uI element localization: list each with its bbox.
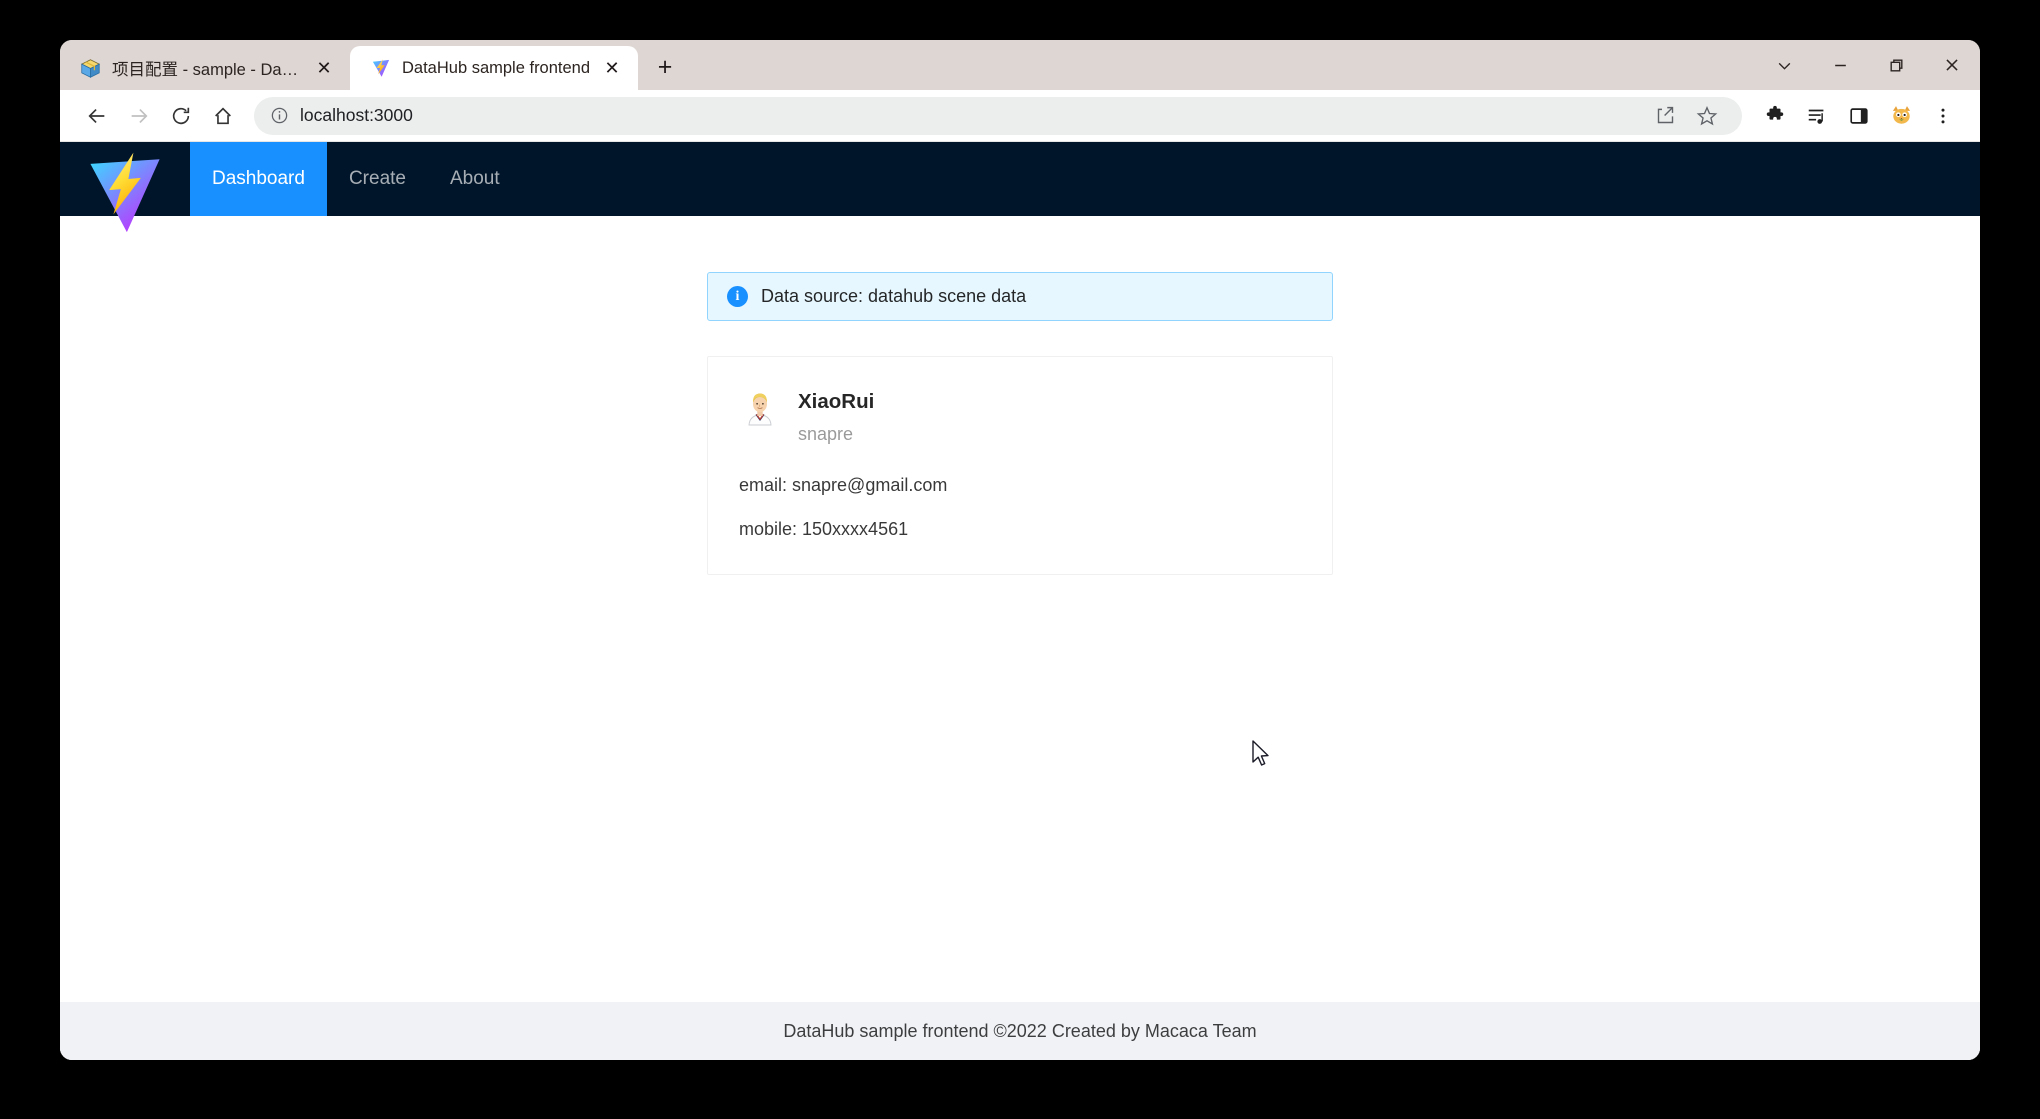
browser-tab-1[interactable]: 项目配置 - sample - DataHub ✕ xyxy=(60,46,350,90)
side-panel-icon[interactable] xyxy=(1838,95,1880,137)
bookmark-star-icon[interactable] xyxy=(1686,95,1728,137)
page-viewport: Dashboard Create About i Data source: da… xyxy=(60,142,1980,1060)
toolbar-right-actions xyxy=(1754,95,1964,137)
browser-menu-icon[interactable] xyxy=(1922,95,1964,137)
home-icon[interactable] xyxy=(202,95,244,137)
reading-list-icon[interactable] xyxy=(1796,95,1838,137)
nav-item-dashboard[interactable]: Dashboard xyxy=(190,142,327,216)
data-source-alert: i Data source: datahub scene data xyxy=(707,272,1333,321)
new-tab-button[interactable]: + xyxy=(646,48,684,86)
app-nav-menu: Dashboard Create About xyxy=(190,142,522,216)
user-card-description: snapre xyxy=(798,423,854,444)
chevron-down-icon[interactable] xyxy=(1756,45,1812,85)
user-card-title: XiaoRui xyxy=(798,390,875,413)
user-avatar xyxy=(739,387,781,429)
footer-text: DataHub sample frontend ©2022 Created by… xyxy=(783,1020,1257,1041)
user-card-meta-text: XiaoRui snapre xyxy=(798,387,874,445)
maximize-icon[interactable] xyxy=(1868,45,1924,85)
alert-message: Data source: datahub scene data xyxy=(761,286,1027,306)
vite-logo[interactable] xyxy=(60,142,190,233)
extensions-icon[interactable] xyxy=(1754,95,1796,137)
user-card-mobile: mobile: 150xxxx4561 xyxy=(739,518,909,539)
user-card-email: email: snapre@gmail.com xyxy=(739,474,948,495)
content-panel: i Data source: datahub scene data XiaoRu… xyxy=(707,272,1333,575)
profile-avatar[interactable] xyxy=(1880,95,1922,137)
nav-item-about[interactable]: About xyxy=(428,142,522,216)
back-icon[interactable] xyxy=(76,95,118,137)
window-controls xyxy=(1756,43,1980,87)
user-card-meta: XiaoRui snapre xyxy=(739,387,1301,445)
browser-window: 项目配置 - sample - DataHub ✕ xyxy=(60,40,1980,1060)
vite-logo-icon xyxy=(370,58,391,79)
app-footer: DataHub sample frontend ©2022 Created by… xyxy=(60,1002,1980,1060)
browser-tab-title: 项目配置 - sample - DataHub xyxy=(112,61,302,79)
tab-strip: 项目配置 - sample - DataHub ✕ xyxy=(60,40,1980,90)
browser-tab-2[interactable]: DataHub sample frontend ✕ xyxy=(350,46,639,90)
address-bar-actions xyxy=(1644,95,1728,137)
site-info-icon[interactable] xyxy=(268,105,290,127)
browser-toolbar: localhost:3000 xyxy=(60,90,1980,142)
window-close-icon[interactable] xyxy=(1924,45,1980,85)
nav-item-label: Dashboard xyxy=(212,168,305,189)
app-navbar: Dashboard Create About xyxy=(60,142,1980,233)
browser-tab-title: DataHub sample frontend xyxy=(402,58,591,77)
info-circle-icon: i xyxy=(727,286,748,307)
user-card: XiaoRui snapre email: snapre@gmail.com m… xyxy=(707,356,1333,575)
nav-item-label: About xyxy=(449,168,500,189)
reload-icon[interactable] xyxy=(160,95,202,137)
address-bar-url[interactable]: localhost:3000 xyxy=(300,105,1644,126)
minimize-icon[interactable] xyxy=(1812,45,1868,85)
address-bar[interactable]: localhost:3000 xyxy=(254,95,1742,137)
share-icon[interactable] xyxy=(1644,95,1686,137)
nav-item-label: Create xyxy=(348,168,406,189)
package-box-icon xyxy=(80,58,101,79)
tab-close-icon[interactable]: ✕ xyxy=(600,56,624,80)
tab-close-icon[interactable]: ✕ xyxy=(312,56,336,80)
forward-icon[interactable] xyxy=(118,95,160,137)
page-content: i Data source: datahub scene data XiaoRu… xyxy=(60,216,1980,1002)
nav-item-create[interactable]: Create xyxy=(327,142,428,216)
